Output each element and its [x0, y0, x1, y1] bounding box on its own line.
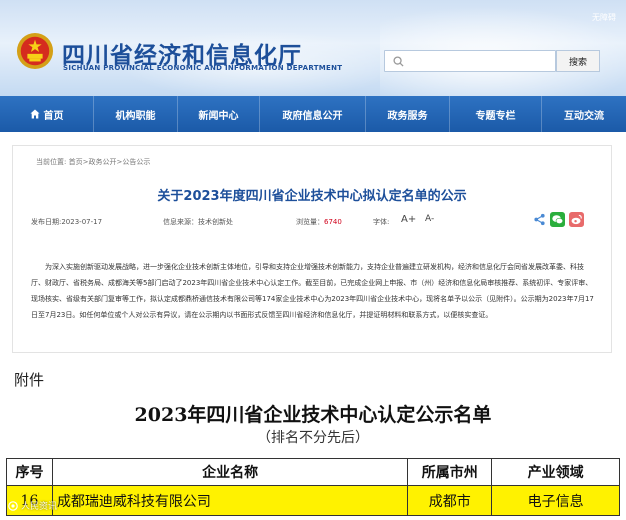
list-subtitle: （排名不分先后） [257, 430, 369, 446]
accessibility-link[interactable]: 无障碍 [592, 12, 616, 23]
nav-label: 新闻中心 [198, 110, 239, 122]
list-title: 2023年四川省企业技术中心认定公示名单 [134, 404, 492, 426]
column-header-seq: 序号 [6, 458, 53, 486]
nav-label: 机构职能 [115, 110, 156, 122]
site-subtitle: SICHUAN PROVINCIAL ECONOMIC AND INFORMAT… [63, 64, 343, 72]
table-header-row: 序号 企业名称 所属市州 产业领域 [6, 458, 620, 486]
nav-item-news[interactable]: 新闻中心 [178, 96, 260, 132]
column-header-company: 企业名称 [51, 458, 409, 486]
search-input[interactable] [384, 50, 556, 72]
nav-item-gov-info[interactable]: 政府信息公开 [260, 96, 366, 132]
nav-item-interaction[interactable]: 互动交流 [542, 96, 626, 132]
national-emblem-icon [16, 32, 54, 70]
share-bar [533, 212, 584, 227]
watermark: 人民资讯 [8, 499, 57, 512]
font-increase-button[interactable]: A+ [401, 214, 416, 225]
attachment-label: 附件 [14, 371, 45, 389]
font-size-label: 字体: [373, 218, 390, 226]
publish-date: 发布日期:2023-07-17 [31, 218, 103, 226]
nav-label: 互动交流 [564, 110, 604, 122]
main-nav: 首页 机构职能 新闻中心 政府信息公开 政务服务 专题专栏 互动交流 [0, 96, 626, 132]
column-header-field: 产业领域 [491, 458, 620, 486]
recognition-list-table: 序号 企业名称 所属市州 产业领域 16 成都瑞迪威科技有限公司 成都市 电子信… [6, 458, 620, 516]
table-row: 16 成都瑞迪威科技有限公司 成都市 电子信息 [6, 485, 620, 516]
column-header-city: 所属市州 [407, 458, 493, 486]
nav-item-home[interactable]: 首页 [0, 96, 94, 132]
share-icon[interactable] [533, 213, 546, 226]
article-title: 关于2023年度四川省企业技术中心拟认定名单的公示 [157, 189, 467, 204]
breadcrumb[interactable]: 当前位置: 首页>政务公开>公告公示 [36, 157, 150, 167]
header-banner: 四川省经济和信息化厅 SICHUAN PROVINCIAL ECONOMIC A… [0, 0, 626, 96]
wechat-icon[interactable] [550, 212, 565, 227]
watermark-logo-icon [8, 500, 18, 511]
cell-city: 成都市 [407, 485, 493, 516]
nav-label: 首页 [43, 110, 64, 122]
cell-company: 成都瑞迪威科技有限公司 [51, 485, 409, 516]
search-button[interactable]: 搜索 [556, 50, 600, 72]
view-count-value: 6740 [324, 218, 342, 226]
info-source: 信息来源：技术创新处 [163, 218, 233, 226]
article-body: 为深入实施创新驱动发展战略，进一步强化企业技术创新主体地位，引导和支持企业增强技… [31, 263, 594, 319]
weibo-icon[interactable] [569, 212, 584, 227]
home-icon [30, 109, 39, 119]
nav-label: 政务服务 [387, 110, 428, 122]
view-count: 浏览量：6740 [296, 217, 342, 227]
search-icon [393, 56, 404, 67]
view-count-label: 浏览量： [296, 218, 324, 226]
nav-item-functions[interactable]: 机构职能 [94, 96, 178, 132]
cell-field: 电子信息 [491, 485, 620, 516]
nav-item-services[interactable]: 政务服务 [366, 96, 450, 132]
nav-item-topics[interactable]: 专题专栏 [450, 96, 542, 132]
article-card: 当前位置: 首页>政务公开>公告公示 关于2023年度四川省企业技术中心拟认定名… [12, 145, 612, 353]
font-decrease-button[interactable]: A- [425, 214, 434, 224]
nav-label: 政府信息公开 [282, 110, 343, 122]
watermark-text: 人民资讯 [21, 502, 58, 512]
nav-label: 专题专栏 [475, 110, 516, 122]
